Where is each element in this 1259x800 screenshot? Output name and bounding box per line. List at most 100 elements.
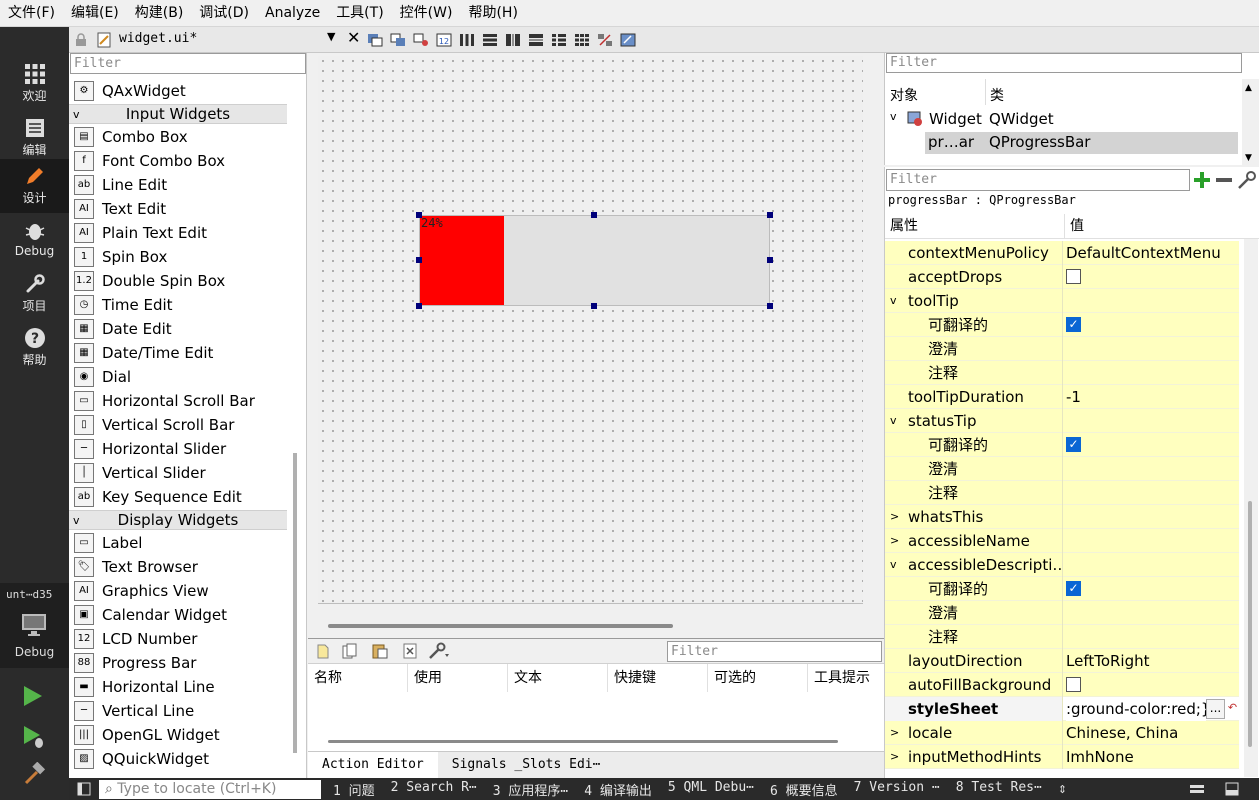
chevron-right-icon[interactable]: > (890, 745, 899, 769)
output-pane-button[interactable]: 3 应用程序⋯ (485, 780, 576, 799)
property-row[interactable]: 可翻译的 ✓ (885, 433, 1239, 457)
output-pane-button[interactable]: 5 QML Debu⋯ (660, 780, 762, 799)
property-row[interactable]: 注释 (885, 361, 1239, 385)
property-value-cell[interactable]: -1 (1066, 385, 1081, 409)
reset-property-icon[interactable]: ↶ (1226, 699, 1239, 719)
run-icon[interactable] (22, 684, 44, 708)
property-value-cell[interactable]: LeftToRight (1066, 649, 1150, 673)
resize-handle-b[interactable] (591, 303, 597, 309)
widget-item[interactable]: 🏷 Text Browser (69, 555, 287, 579)
widget-item[interactable]: ⚙ QAxWidget (69, 79, 287, 103)
property-row[interactable]: v toolTip (885, 289, 1239, 313)
property-value-cell[interactable] (1066, 265, 1081, 289)
column-header[interactable]: 可选的 (708, 664, 808, 692)
widget-item[interactable]: ─ Horizontal Slider (69, 437, 287, 461)
mode-help[interactable]: ? 帮助 (0, 321, 69, 373)
build-hammer-icon[interactable] (22, 762, 46, 786)
column-header[interactable]: 工具提示 (808, 664, 884, 692)
property-row[interactable]: styleSheet:ground-color:red;}... ↶ (885, 697, 1239, 721)
property-checkbox[interactable]: ✓ (1066, 436, 1081, 452)
chevron-down-icon[interactable]: v (890, 553, 897, 577)
widget-item[interactable]: │ Vertical Slider (69, 461, 287, 485)
copy-action-icon[interactable] (342, 643, 358, 659)
widget-item[interactable]: ▭ Label (69, 531, 287, 555)
edit-signals-icon[interactable] (390, 33, 406, 47)
chevron-right-icon[interactable]: > (890, 505, 899, 529)
widget-item[interactable]: ▯ Vertical Scroll Bar (69, 413, 287, 437)
output-pane-button[interactable]: 7 Version ⋯ (846, 780, 948, 799)
property-checkbox[interactable] (1066, 676, 1081, 692)
widget-item[interactable]: ab Key Sequence Edit (69, 485, 287, 509)
property-row[interactable]: v statusTip (885, 409, 1239, 433)
locate-input[interactable]: ⌕ Type to locate (Ctrl+K) (99, 779, 321, 799)
menu-item[interactable]: 编辑(E) (63, 0, 127, 27)
resize-handle-t[interactable] (591, 212, 597, 218)
property-filter-input[interactable]: Filter (886, 169, 1190, 191)
property-row[interactable]: 澄清 (885, 601, 1239, 625)
remove-property-icon[interactable] (1215, 171, 1233, 189)
action-filter-input[interactable]: Filter (667, 641, 882, 662)
column-header[interactable]: 快捷键 (608, 664, 708, 692)
resize-handle-tl[interactable] (416, 212, 422, 218)
tree-row-progressbar[interactable]: pr…ar QProgressBar (925, 132, 1238, 154)
property-value-cell[interactable]: ✓ (1066, 577, 1081, 601)
resize-handle-bl[interactable] (416, 303, 422, 309)
layout-h-splitter-icon[interactable] (505, 33, 521, 47)
widget-category[interactable]: v Input Widgets (69, 104, 287, 124)
widget-item[interactable]: ab Line Edit (69, 173, 287, 197)
widget-item[interactable]: ▦ Date Edit (69, 317, 287, 341)
property-row[interactable]: 澄清 (885, 457, 1239, 481)
widget-item[interactable]: ▦ Date/Time Edit (69, 341, 287, 365)
progress-bar[interactable]: 24% (419, 215, 770, 306)
tab-signals-slots[interactable]: Signals _Slots Edi⋯ (438, 752, 615, 779)
wrench-icon[interactable] (428, 642, 450, 660)
widget-item[interactable]: 88 Progress Bar (69, 651, 287, 675)
toggle-sidebar-icon[interactable] (77, 782, 91, 796)
property-row[interactable]: 可翻译的 ✓ (885, 577, 1239, 601)
property-row[interactable]: > whatsThis (885, 505, 1239, 529)
property-row[interactable]: > locale Chinese, China (885, 721, 1239, 745)
widget-item[interactable]: 12 LCD Number (69, 627, 287, 651)
column-header[interactable]: 使用 (408, 664, 508, 692)
mode-projects[interactable]: 项目 (0, 267, 69, 319)
chevron-down-icon[interactable]: ▼ (327, 30, 335, 43)
toggle-output-icon[interactable] (1225, 782, 1239, 796)
output-pane-button[interactable]: 4 编译输出 (576, 780, 660, 799)
break-layout-icon[interactable] (597, 33, 613, 47)
property-checkbox[interactable] (1066, 268, 1081, 284)
menu-item[interactable]: 文件(F) (0, 0, 63, 27)
widget-item[interactable]: ◉ Dial (69, 365, 287, 389)
property-value-cell[interactable]: ImhNone (1066, 745, 1134, 769)
output-pane-button[interactable]: 2 Search R⋯ (383, 780, 485, 799)
property-value-cell[interactable]: Chinese, China (1066, 721, 1178, 745)
progress-details-icon[interactable] (1189, 783, 1205, 795)
property-row[interactable]: > accessibleName (885, 529, 1239, 553)
delete-action-icon[interactable] (402, 643, 418, 659)
widget-item[interactable]: 1.2 Double Spin Box (69, 269, 287, 293)
adjust-size-icon[interactable] (620, 33, 636, 47)
debug-run-icon[interactable] (22, 724, 46, 750)
widget-filter-input[interactable]: Filter (70, 53, 306, 74)
add-property-icon[interactable] (1193, 171, 1211, 189)
canvas-h-scrollbar[interactable] (328, 624, 673, 628)
edit-widgets-icon[interactable] (367, 33, 383, 47)
resize-handle-tr[interactable] (767, 212, 773, 218)
widget-list-scrollbar[interactable] (293, 453, 297, 753)
property-row[interactable]: acceptDrops (885, 265, 1239, 289)
chevron-down-icon[interactable]: v (73, 105, 80, 124)
new-action-icon[interactable] (317, 644, 329, 659)
action-h-scrollbar[interactable] (328, 740, 838, 743)
chevron-down-icon[interactable]: v (73, 511, 80, 530)
resize-handle-br[interactable] (767, 303, 773, 309)
edit-buddies-icon[interactable] (413, 33, 429, 47)
column-header[interactable]: 名称 (308, 664, 408, 692)
property-row[interactable]: v accessibleDescripti… (885, 553, 1239, 577)
property-row[interactable]: 注释 (885, 625, 1239, 649)
menu-item[interactable]: Analyze (257, 0, 328, 27)
widget-item[interactable]: ▨ QQuickWidget (69, 747, 287, 771)
chevron-down-icon[interactable]: v (890, 409, 897, 433)
widget-item[interactable]: ▣ Calendar Widget (69, 603, 287, 627)
chevron-updown-icon[interactable]: ⇕ (1058, 783, 1067, 796)
property-row[interactable]: contextMenuPolicy DefaultContextMenu (885, 241, 1239, 265)
scrollbar-thumb[interactable] (1248, 501, 1252, 747)
